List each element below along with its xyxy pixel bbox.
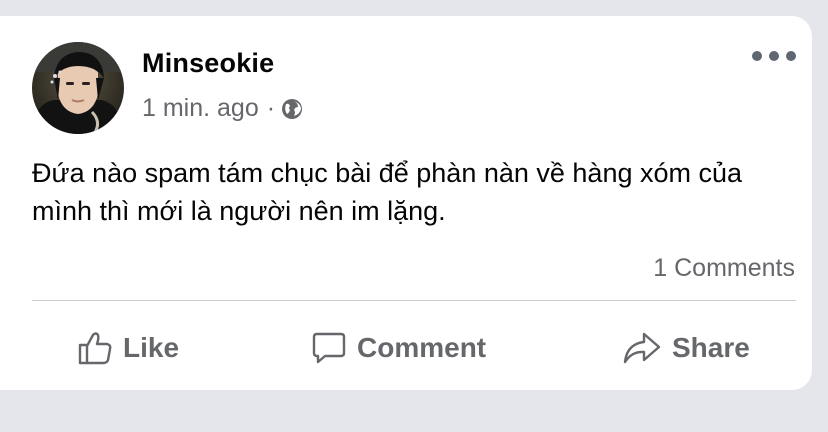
like-label: Like (123, 332, 180, 363)
more-dot-icon (769, 51, 779, 61)
comment-bubble-icon (312, 332, 346, 364)
thumbs-up-icon (78, 332, 112, 365)
share-button[interactable]: Share (622, 324, 750, 372)
share-arrow-icon (623, 332, 661, 364)
like-button[interactable]: Like (77, 324, 179, 372)
globe-icon[interactable] (281, 98, 303, 120)
meta-separator: · (266, 94, 276, 122)
comment-label: Comment (357, 332, 487, 363)
action-bar: Like Comment Share (0, 324, 812, 372)
share-label: Share (672, 332, 750, 363)
post-text: Đứa nào spam tám chục bài để phàn nàn về… (32, 158, 743, 226)
divider (32, 300, 796, 301)
avatar[interactable] (32, 42, 124, 134)
author-name[interactable]: Minseokie (142, 48, 274, 79)
more-dot-icon (752, 51, 762, 61)
comment-button[interactable]: Comment (311, 324, 486, 372)
more-dot-icon (786, 51, 796, 61)
comments-count[interactable]: 1 Comments (653, 254, 795, 283)
more-options-button[interactable] (752, 46, 796, 66)
post-timestamp[interactable]: 1 min. ago (142, 94, 259, 123)
avatar-photo (32, 42, 124, 134)
post-card: Minseokie 1 min. ago · Đứa nào spam tám … (0, 16, 812, 390)
post-meta: 1 min. ago · (142, 94, 303, 123)
